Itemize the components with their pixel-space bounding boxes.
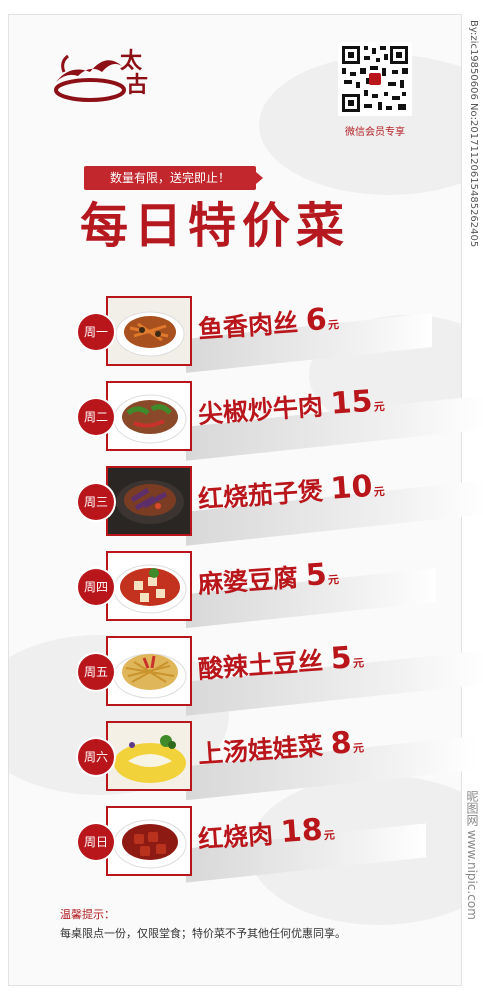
day-badge: 周一 bbox=[78, 314, 114, 350]
menu-item-wednesday: 周三 红烧茄子煲 10元 bbox=[78, 466, 483, 546]
site-watermark: 昵图网 www.nipic.com bbox=[465, 790, 479, 920]
promo-title: 每日特价菜 bbox=[80, 198, 351, 254]
day-badge: 周四 bbox=[78, 569, 114, 605]
price-unit: 元 bbox=[327, 318, 340, 332]
dish-name: 上汤娃娃菜 bbox=[197, 731, 324, 769]
price-unit: 元 bbox=[373, 484, 386, 499]
dish-price: 8 bbox=[329, 725, 353, 762]
dish-name: 尖椒炒牛肉 bbox=[197, 391, 324, 429]
dish-photo bbox=[106, 636, 192, 706]
dish-name: 红烧肉 bbox=[197, 819, 274, 854]
dish-price: 5 bbox=[304, 557, 328, 594]
menu-item-thursday: 周四 麻婆豆腐 5元 bbox=[78, 551, 438, 629]
tips-note: 每桌限点一份，仅限堂食；特价菜不予其他任何优惠同享。 bbox=[60, 927, 346, 940]
day-badge: 周五 bbox=[78, 654, 114, 690]
dish-photo bbox=[106, 466, 192, 536]
dish-photo bbox=[106, 551, 192, 621]
menu-item-friday: 周五 酸辣土豆丝 5元 bbox=[78, 636, 483, 716]
dish-name: 鱼香肉丝 bbox=[197, 308, 299, 344]
dish-price: 18 bbox=[279, 812, 324, 851]
day-badge: 周三 bbox=[78, 484, 114, 520]
qr-code-caption: 微信会员专享 bbox=[345, 127, 405, 138]
dish-photo bbox=[106, 381, 192, 451]
dish-photo bbox=[106, 721, 192, 791]
menu-item-sunday: 周日 红烧肉 18元 bbox=[78, 806, 438, 883]
tips-title: 温馨提示： bbox=[60, 908, 115, 921]
brand-logo-text-1: 太 bbox=[120, 48, 143, 74]
brand-logo: 太 古 bbox=[54, 48, 148, 102]
dish-name: 酸辣土豆丝 bbox=[197, 646, 324, 684]
brand-logo-text-2: 古 bbox=[126, 72, 148, 98]
dish-price: 15 bbox=[329, 383, 374, 422]
price-unit: 元 bbox=[373, 399, 386, 414]
qr-code[interactable] bbox=[338, 42, 412, 116]
menu-item-monday: 周一 鱼香肉丝 6元 bbox=[78, 296, 438, 373]
dish-price: 5 bbox=[329, 640, 353, 677]
image-id-watermark: By:zic19850606 No:20171120615485262405 bbox=[468, 20, 479, 248]
dish-price: 6 bbox=[304, 302, 328, 339]
price-unit: 元 bbox=[352, 656, 365, 671]
day-badge: 周二 bbox=[78, 399, 114, 435]
day-badge: 周日 bbox=[78, 824, 114, 860]
price-unit: 元 bbox=[352, 741, 365, 756]
price-unit: 元 bbox=[327, 573, 340, 587]
promo-tag: 数量有限，送完即止！ bbox=[84, 166, 263, 190]
dish-price: 10 bbox=[329, 468, 374, 507]
menu-item-tuesday: 周二 尖椒炒牛肉 15元 bbox=[78, 381, 483, 461]
dish-photo bbox=[106, 296, 192, 366]
day-badge: 周六 bbox=[78, 739, 114, 775]
dish-name: 红烧茄子煲 bbox=[197, 476, 324, 514]
dish-name: 麻婆豆腐 bbox=[197, 563, 299, 599]
dish-photo bbox=[106, 806, 192, 876]
price-unit: 元 bbox=[323, 828, 336, 843]
menu-item-saturday: 周六 上汤娃娃菜 8元 bbox=[78, 721, 476, 801]
